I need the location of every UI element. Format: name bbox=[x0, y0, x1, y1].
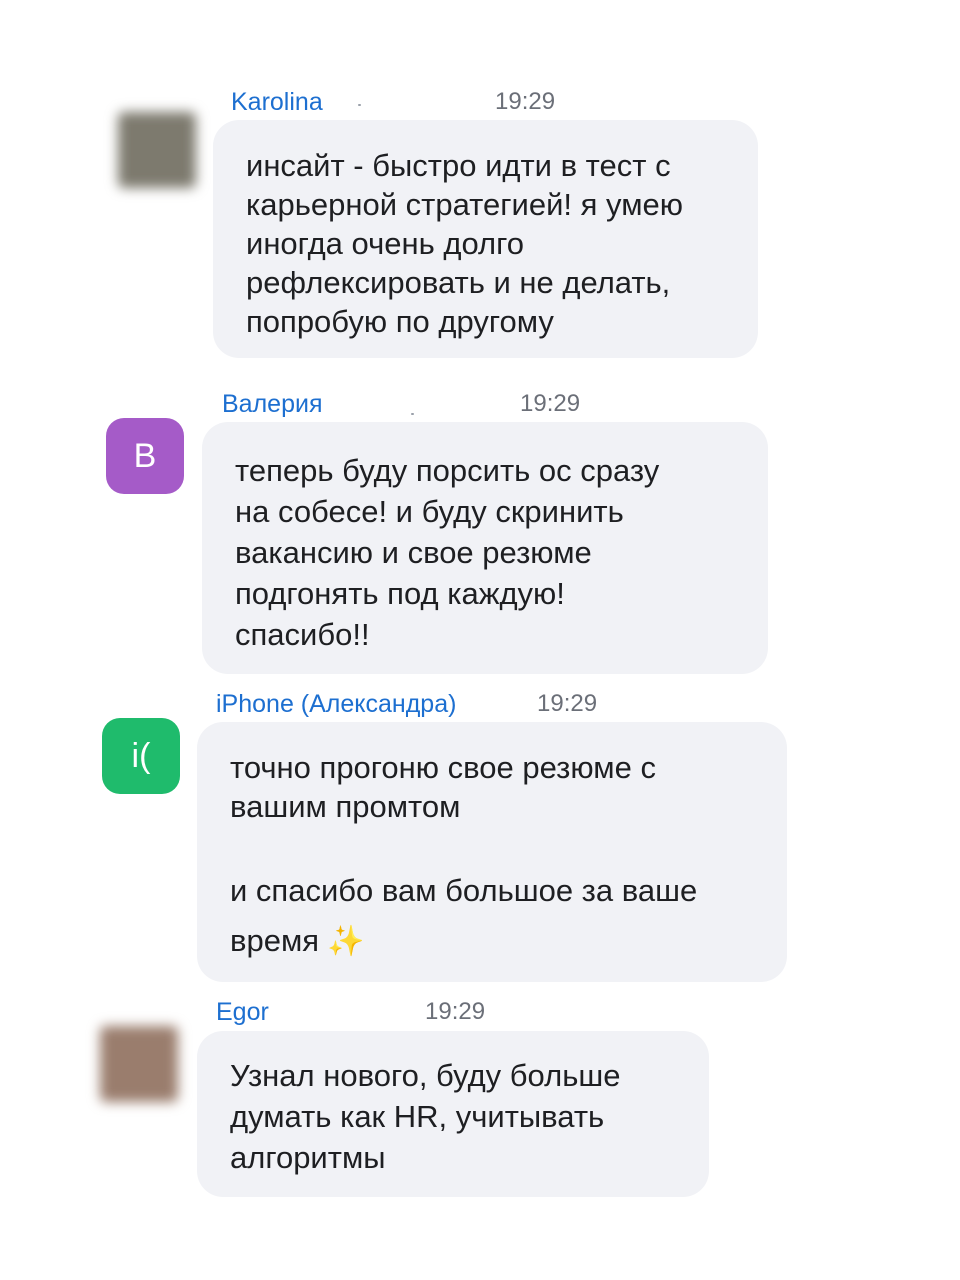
message-time: 19:29 bbox=[520, 390, 581, 417]
message-time: 19:29 bbox=[495, 88, 556, 115]
sender-name[interactable]: Karolina bbox=[231, 88, 323, 117]
message-text: Узнал нового, буду больше думать как HR,… bbox=[230, 1058, 621, 1175]
sender-name[interactable]: Egor bbox=[216, 998, 269, 1027]
sender-name[interactable]: iPhone (Александра) bbox=[216, 690, 456, 719]
avatar[interactable]: i( bbox=[102, 718, 180, 794]
message-text-part: и спасибо вам большое за ваше время bbox=[230, 873, 698, 958]
message-text: точно прогоню свое резюме с вашим промто… bbox=[230, 750, 656, 824]
redaction-mark bbox=[411, 413, 414, 415]
avatar[interactable] bbox=[118, 112, 196, 188]
avatar-initial: В bbox=[133, 436, 157, 475]
sender-name[interactable]: Валерия bbox=[222, 390, 322, 419]
redaction-mark bbox=[358, 104, 361, 106]
message-bubble[interactable]: Узнал нового, буду больше думать как HR,… bbox=[197, 1031, 709, 1197]
message-time: 19:29 bbox=[425, 998, 486, 1025]
sparkles-icon: ✨ bbox=[327, 925, 365, 958]
message-bubble[interactable]: теперь буду порсить ос сразу на собесе! … bbox=[202, 422, 768, 674]
message-bubble[interactable]: точно прогоню свое резюме с вашим промто… bbox=[197, 722, 787, 982]
message-text: теперь буду порсить ос сразу на собесе! … bbox=[235, 453, 660, 652]
message-text: и спасибо вам большое за ваше время ✨ bbox=[230, 866, 757, 967]
avatar[interactable] bbox=[100, 1026, 178, 1102]
avatar-initial: i( bbox=[131, 736, 151, 775]
message-bubble[interactable]: инсайт - быстро идти в тест с карьерной … bbox=[213, 120, 758, 358]
avatar[interactable]: В bbox=[106, 418, 184, 494]
message-time: 19:29 bbox=[537, 690, 598, 717]
message-text: инсайт - быстро идти в тест с карьерной … bbox=[246, 148, 683, 339]
